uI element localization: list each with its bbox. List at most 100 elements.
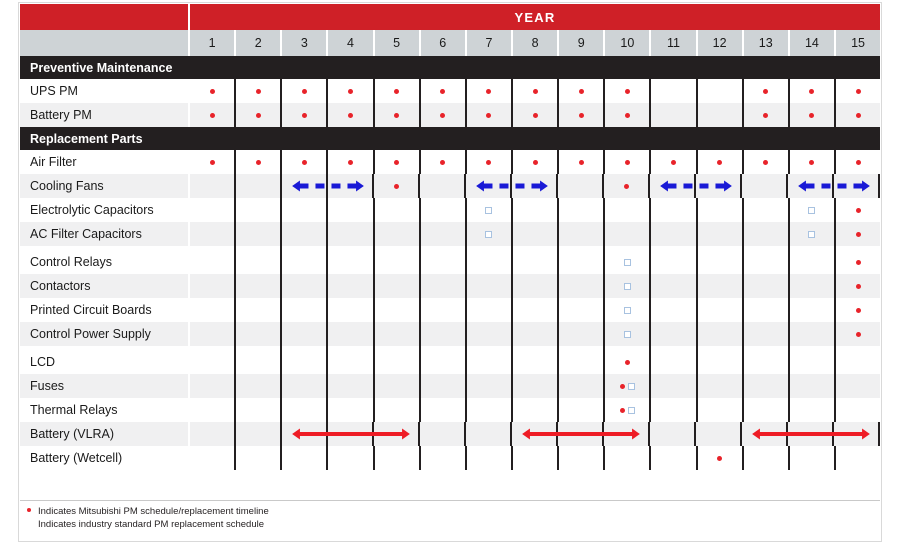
schedule-cell-year-7: [466, 422, 512, 446]
schedule-cell-year-11: [651, 150, 698, 174]
table-row: LCD: [20, 350, 881, 374]
row-cells: [190, 446, 881, 470]
schedule-cell-year-4: [328, 222, 375, 246]
schedule-cell-year-1: [190, 446, 237, 470]
schedule-cell-year-8: [512, 350, 560, 374]
schedule-cell-year-5: [374, 103, 421, 127]
schedule-cell-year-11: [651, 350, 698, 374]
schedule-cell-year-6: [420, 222, 467, 246]
schedule-cell-year-7: [466, 222, 513, 246]
schedule-cell-year-15: [835, 103, 881, 127]
schedule-cell-year-4: [328, 398, 375, 422]
table-row: Battery (VLRA): [20, 422, 880, 446]
red-dot-marker-icon: [209, 112, 215, 118]
schedule-cell-year-13: [743, 103, 790, 127]
schedule-cell-year-4: [328, 79, 375, 103]
section-header-row: Replacement Parts: [20, 127, 880, 150]
schedule-cell-year-12: [697, 150, 744, 174]
schedule-cell-year-2: [236, 374, 283, 398]
schedule-cell-year-1: [190, 222, 237, 246]
blue-square-marker-icon: [485, 230, 493, 238]
schedule-cell-year-3: [282, 374, 329, 398]
schedule-cell-year-12: [697, 250, 744, 274]
schedule-cell-year-8: [512, 150, 560, 174]
red-dot-marker-icon: [855, 283, 861, 289]
red-dot-marker-icon: [27, 508, 31, 512]
row-cells: [190, 398, 881, 422]
row-cells: [190, 174, 880, 198]
header-corner-cell: [20, 4, 190, 30]
red-dot-marker-icon: [486, 88, 492, 94]
red-dot-marker-icon: [393, 183, 399, 189]
schedule-cell-year-6: [420, 198, 467, 222]
schedule-cell-year-3: [282, 274, 329, 298]
schedule-cell-year-4: [328, 422, 374, 446]
schedule-cell-year-13: [743, 198, 790, 222]
year-column-header-2: 2: [236, 30, 283, 56]
schedule-cell-year-10: [605, 274, 652, 298]
schedule-cell-year-7: [466, 79, 513, 103]
schedule-cell-year-14: [789, 198, 836, 222]
red-dot-marker-icon: [624, 112, 630, 118]
schedule-cell-year-8: [512, 274, 560, 298]
schedule-cell-year-14: [789, 398, 836, 422]
schedule-cell-year-8: [512, 422, 558, 446]
row-label: Contactors: [20, 274, 190, 298]
schedule-cell-year-2: [236, 350, 283, 374]
row-cells: [190, 350, 881, 374]
schedule-cell-year-11: [651, 198, 698, 222]
schedule-cell-year-1: [190, 198, 237, 222]
row-label: Thermal Relays: [20, 398, 190, 422]
schedule-cell-year-6: [420, 103, 467, 127]
schedule-cell-year-4: [328, 350, 375, 374]
schedule-cell-year-2: [236, 446, 283, 470]
schedule-cell-year-5: [374, 446, 421, 470]
red-dot-marker-icon: [394, 88, 400, 94]
row-cells: [190, 322, 881, 346]
schedule-cell-year-8: [512, 103, 560, 127]
dot-and-square-marker-group: [619, 382, 635, 390]
schedule-cell-year-1: [190, 150, 237, 174]
schedule-cell-year-10: [605, 79, 652, 103]
schedule-cell-year-14: [789, 274, 836, 298]
red-dot-marker-icon: [301, 112, 307, 118]
schedule-cell-year-12: [697, 446, 744, 470]
schedule-cell-year-9: [559, 103, 606, 127]
row-label: Control Relays: [20, 250, 190, 274]
red-dot-marker-icon: [394, 159, 400, 165]
red-dot-marker-icon: [578, 159, 584, 165]
schedule-cell-year-9: [559, 298, 606, 322]
red-dot-marker-icon: [624, 159, 630, 165]
row-cells: [190, 103, 881, 127]
schedule-cell-year-5: [374, 250, 421, 274]
row-cells: [190, 374, 881, 398]
schedule-cell-year-12: [697, 274, 744, 298]
schedule-cell-year-7: [466, 198, 513, 222]
red-dot-marker-icon: [624, 88, 630, 94]
red-dot-marker-icon: [809, 88, 815, 94]
red-dot-marker-icon: [347, 112, 353, 118]
schedule-cell-year-13: [743, 222, 790, 246]
row-label: AC Filter Capacitors: [20, 222, 190, 246]
schedule-cell-year-3: [282, 150, 329, 174]
schedule-cell-year-9: [558, 422, 604, 446]
schedule-cell-year-10: [605, 374, 652, 398]
schedule-cell-year-6: [420, 150, 467, 174]
schedule-cell-year-13: [743, 446, 790, 470]
schedule-cell-year-15: [835, 150, 881, 174]
table-row: Thermal Relays: [20, 398, 881, 422]
year-column-header-8: 8: [512, 30, 560, 56]
schedule-cell-year-13: [742, 174, 788, 198]
red-dot-marker-icon: [717, 159, 723, 165]
schedule-cell-year-11: [651, 398, 698, 422]
schedule-cell-year-4: [328, 298, 375, 322]
table-row: Electrolytic Capacitors: [20, 198, 881, 222]
blue-square-marker-icon: [808, 206, 816, 214]
schedule-cell-year-15: [835, 79, 881, 103]
row-cells: [190, 150, 881, 174]
schedule-cell-year-4: [328, 198, 375, 222]
schedule-table: YEAR 1 2 3 4 5 6 7 8 9 10 11 12 13 14 15 Preventive Ma…: [20, 4, 881, 470]
schedule-cell-year-7: [466, 103, 513, 127]
schedule-cell-year-2: [236, 274, 283, 298]
schedule-cell-year-11: [651, 274, 698, 298]
